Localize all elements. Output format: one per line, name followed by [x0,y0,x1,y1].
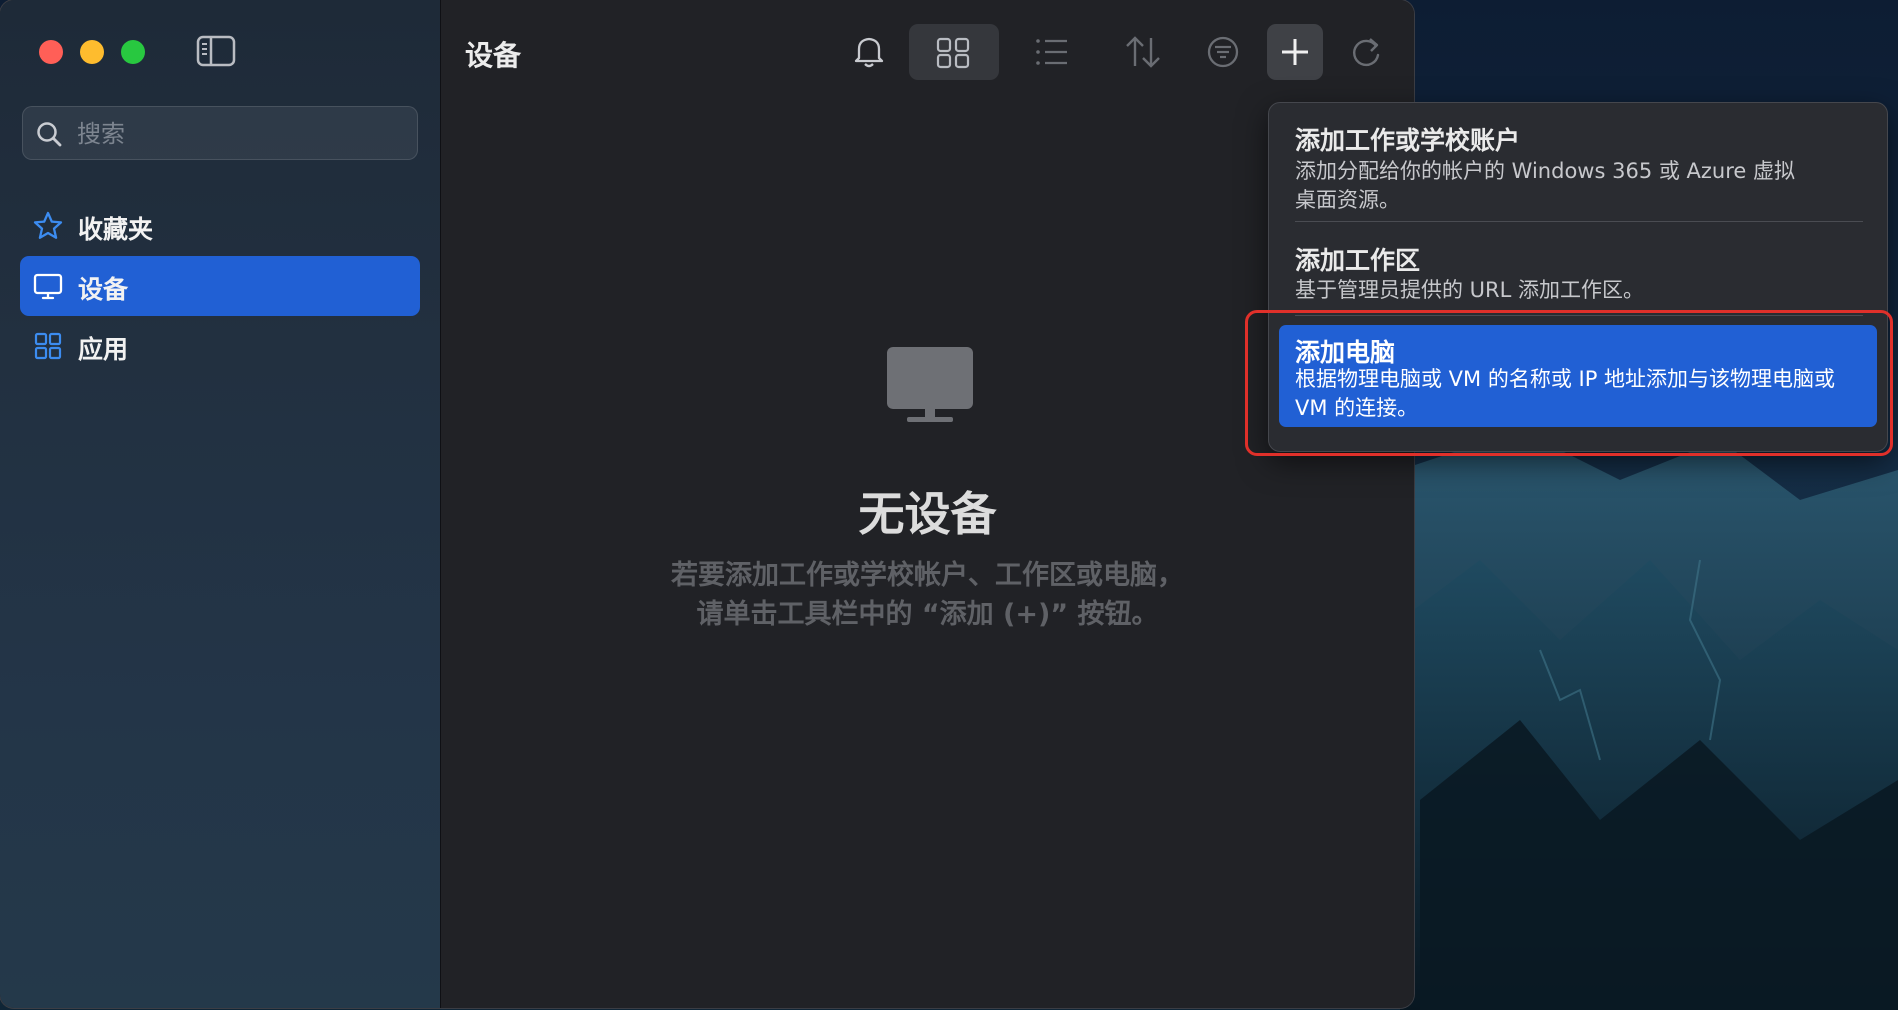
menu-item-add-work-account[interactable]: 添加工作或学校账户 添加分配给你的帐户的 Windows 365 或 Azure… [1279,113,1877,223]
apps-grid-icon [34,332,62,360]
empty-state-description: 若要添加工作或学校帐户、工作区或电脑， 请单击工具栏中的 “添加 (+)” 按钮… [441,556,1414,634]
menu-desc-line: 添加分配给你的帐户的 Windows 365 或 Azure 虚拟 [1295,159,1795,183]
annotation-highlight-box [1245,310,1893,456]
sort-button[interactable] [1107,24,1177,80]
sort-icon [1126,36,1160,68]
empty-state-title: 无设备 [858,487,997,541]
filter-button[interactable] [1195,24,1251,80]
empty-desc-line: 请单击工具栏中的 “添加 (+)” 按钮。 [696,599,1159,630]
sidebar-item-label: 应用 [78,335,129,364]
search-field[interactable] [22,106,418,160]
menu-divider [1295,221,1863,222]
sidebar-item-label: 设备 [78,275,129,304]
notifications-button[interactable] [841,24,897,80]
zoom-window-button[interactable] [121,40,145,64]
page-title: 设备 [465,39,522,72]
sidebar-item-label: 收藏夹 [78,215,154,244]
monitor-placeholder-icon [887,347,973,422]
menu-item-description: 基于管理员提供的 URL 添加工作区。 [1295,278,1645,302]
grid-view-button[interactable] [909,24,999,80]
sidebar-item-favorites[interactable]: 收藏夹 [20,196,420,256]
menu-item-title: 添加工作区 [1295,246,1421,275]
star-icon [33,211,63,239]
list-view-icon [1036,39,1067,65]
refresh-icon [1353,38,1380,67]
empty-desc-line: 若要添加工作或学校帐户、工作区或电脑， [671,560,1184,591]
list-view-button[interactable] [1017,24,1087,80]
sidebar-item-devices[interactable]: 设备 [20,256,420,316]
menu-desc-line: 桌面资源。 [1295,188,1400,212]
sidebar-toggle-icon[interactable] [196,34,236,68]
search-input[interactable] [75,115,409,153]
sidebar-item-apps[interactable]: 应用 [20,316,420,376]
add-button[interactable] [1267,24,1323,80]
menu-item-add-workspace[interactable]: 添加工作区 基于管理员提供的 URL 添加工作区。 [1279,233,1877,311]
bell-icon [854,37,884,68]
sidebar: 收藏夹 设备 应用 [0,0,441,1008]
app-window: 收藏夹 设备 应用 设备 [0,0,1414,1008]
refresh-button[interactable] [1338,24,1394,80]
close-window-button[interactable] [39,40,63,64]
filter-icon [1207,36,1239,68]
menu-item-title: 添加工作或学校账户 [1295,126,1521,155]
search-icon [37,122,62,147]
plus-icon [1282,39,1308,65]
monitor-icon [33,273,63,300]
grid-view-icon [936,37,970,69]
menu-item-description: 添加分配给你的帐户的 Windows 365 或 Azure 虚拟 桌面资源。 [1295,157,1870,215]
minimize-window-button[interactable] [80,40,104,64]
